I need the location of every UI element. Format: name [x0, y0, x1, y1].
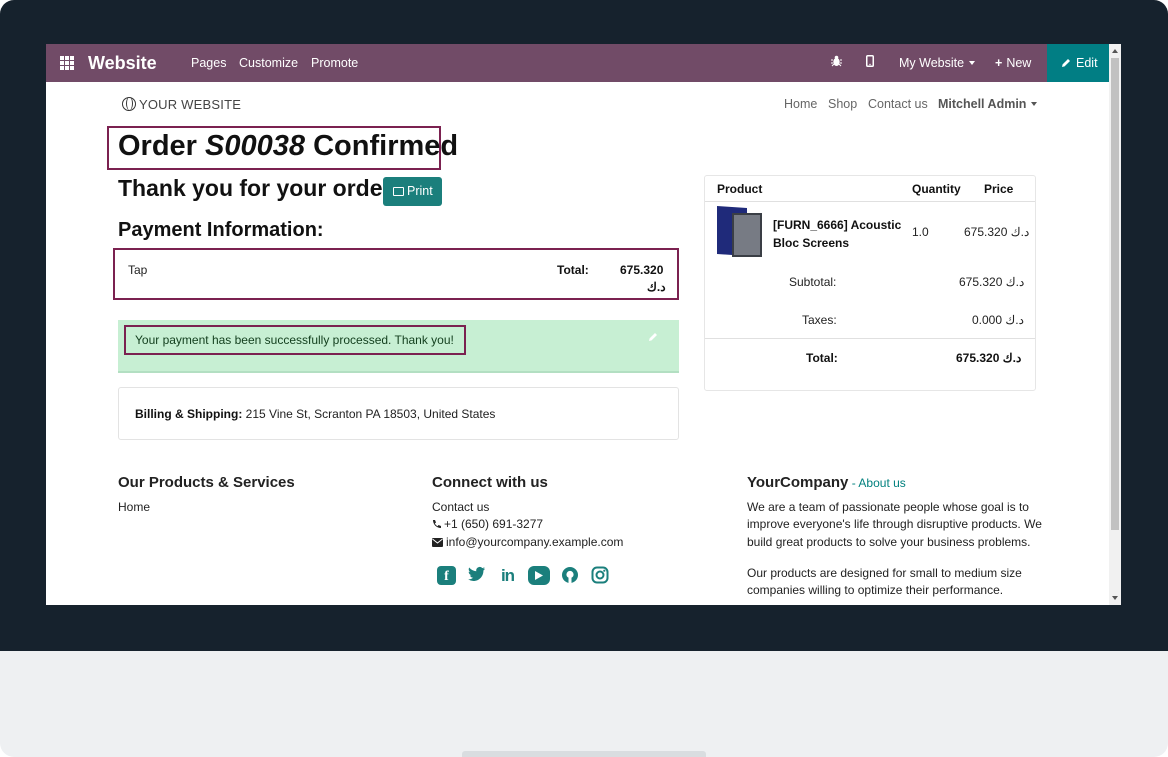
website-switcher[interactable]: My Website [899, 56, 976, 70]
company-separator: - [848, 476, 859, 490]
website-editor-bar: Website Pages Customize Promote My Websi… [46, 44, 1121, 82]
user-menu[interactable]: Mitchell Admin [938, 97, 1038, 111]
subtotal-value: 675.320 د.ك [959, 275, 1025, 289]
print-label: Print [407, 184, 433, 198]
bug-icon[interactable] [831, 55, 842, 70]
pencil-icon [1062, 59, 1070, 67]
footer-link-about[interactable]: About us [858, 476, 905, 490]
footer-company-heading: YourCompany - About us [747, 474, 906, 491]
order-summary-card: Product Quantity Price [FURN_6666] Acous… [704, 175, 1036, 391]
divider [705, 201, 1035, 202]
nav-shop[interactable]: Shop [828, 97, 857, 111]
linkedin-icon[interactable]: in [498, 566, 517, 585]
twitter-icon[interactable] [467, 566, 486, 585]
payment-method: Tap [128, 263, 148, 277]
footer-connect-heading: Connect with us [432, 474, 548, 491]
product-name[interactable]: [FURN_6666] Acoustic Bloc Screens [773, 216, 903, 252]
title-prefix: Order [118, 130, 197, 162]
payment-total-currency: د.ك [647, 280, 666, 294]
menu-pages[interactable]: Pages [191, 56, 226, 70]
thank-you-heading: Thank you for your order. [118, 175, 397, 201]
footer-link-contact[interactable]: Contact us [432, 500, 489, 514]
nav-home[interactable]: Home [784, 97, 817, 111]
scroll-up-arrow[interactable] [1112, 49, 1118, 53]
footer-phone: +1 (650) 691-3277 [432, 517, 543, 531]
billing-address: 215 Vine St, Scranton PA 18503, United S… [245, 407, 496, 421]
facebook-icon[interactable]: f [437, 566, 456, 585]
globe-icon [122, 97, 136, 111]
mobile-icon[interactable] [866, 55, 874, 70]
footer-email: info@yourcompany.example.com [432, 535, 623, 549]
product-name-line1: [FURN_6666] Acoustic [773, 218, 902, 232]
pencil-icon[interactable] [648, 332, 658, 342]
payment-summary-box: Tap Total: 675.320 د.ك [113, 248, 679, 300]
product-price: 675.320 د.ك [964, 225, 1030, 239]
col-header-product: Product [717, 182, 763, 196]
site-logo-text: YOUR WEBSITE [139, 97, 242, 112]
footer-phone-text: +1 (650) 691-3277 [444, 517, 544, 531]
taxes-label: Taxes: [802, 313, 837, 327]
about-text-line: We are a team of passionate people whose… [747, 500, 1029, 514]
summary-total-value: 675.320 د.ك [956, 351, 1022, 365]
user-name: Mitchell Admin [938, 97, 1027, 111]
order-number: S00038 [205, 130, 306, 162]
site-logo[interactable]: YOUR WEBSITE [122, 97, 241, 112]
page-title: Order S00038 Confirmed [118, 130, 458, 163]
payment-info-heading: Payment Information: [118, 219, 324, 241]
vertical-scrollbar[interactable] [1109, 44, 1121, 605]
new-label: New [1006, 56, 1032, 70]
app-brand[interactable]: Website [88, 53, 157, 74]
plus-icon: + [995, 56, 1003, 70]
chevron-down-icon [1031, 102, 1038, 106]
device-stand-notch [462, 751, 706, 757]
nav-contact-us[interactable]: Contact us [868, 97, 928, 111]
device-stand [0, 651, 1168, 757]
footer-link-home[interactable]: Home [118, 500, 150, 514]
summary-total-label: Total: [806, 351, 838, 365]
divider [705, 338, 1035, 339]
product-quantity: 1.0 [912, 225, 929, 239]
about-text-line: improve everyone's life through disrupti… [747, 517, 1042, 531]
payment-total-value: 675.320 [620, 263, 664, 277]
company-name: YourCompany [747, 474, 849, 491]
website-switcher-label: My Website [899, 56, 965, 70]
billing-label: Billing & Shipping: [135, 407, 243, 421]
envelope-icon [432, 538, 443, 547]
col-header-price: Price [984, 182, 1014, 196]
scroll-down-arrow[interactable] [1112, 596, 1118, 600]
billing-shipping-box: Billing & Shipping: 215 Vine St, Scranto… [118, 387, 679, 440]
scrollbar-thumb[interactable] [1111, 58, 1119, 530]
print-button[interactable]: Print [383, 177, 442, 206]
phone-icon [433, 520, 441, 528]
new-button[interactable]: + New [995, 56, 1031, 70]
browser-viewport: Website Pages Customize Promote My Websi… [46, 44, 1121, 605]
title-suffix: Confirmed [313, 130, 459, 162]
payment-success-alert: Your payment has been successfully proce… [118, 320, 679, 373]
footer-products-heading: Our Products & Services [118, 474, 295, 491]
about-text-line: companies willing to optimize their perf… [747, 583, 1004, 597]
product-image[interactable] [717, 205, 765, 259]
about-text-line: Our products are designed for small to m… [747, 566, 1022, 580]
youtube-icon[interactable] [528, 566, 550, 585]
chevron-down-icon [969, 61, 976, 65]
printer-icon [393, 187, 404, 196]
success-message: Your payment has been successfully proce… [124, 325, 466, 355]
github-icon[interactable] [560, 566, 579, 585]
edit-label: Edit [1076, 56, 1098, 70]
about-text-line: build great products to solve your busin… [747, 535, 1031, 549]
payment-total-label: Total: [557, 263, 589, 277]
menu-customize[interactable]: Customize [239, 56, 298, 70]
instagram-icon[interactable] [590, 566, 609, 585]
product-name-line2: Bloc Screens [773, 236, 850, 250]
apps-grid-icon[interactable] [60, 56, 74, 70]
col-header-quantity: Quantity [912, 182, 961, 196]
taxes-value: 0.000 د.ك [972, 313, 1024, 327]
menu-promote[interactable]: Promote [311, 56, 358, 70]
subtotal-label: Subtotal: [789, 275, 837, 289]
footer-email-text: info@yourcompany.example.com [446, 535, 624, 549]
